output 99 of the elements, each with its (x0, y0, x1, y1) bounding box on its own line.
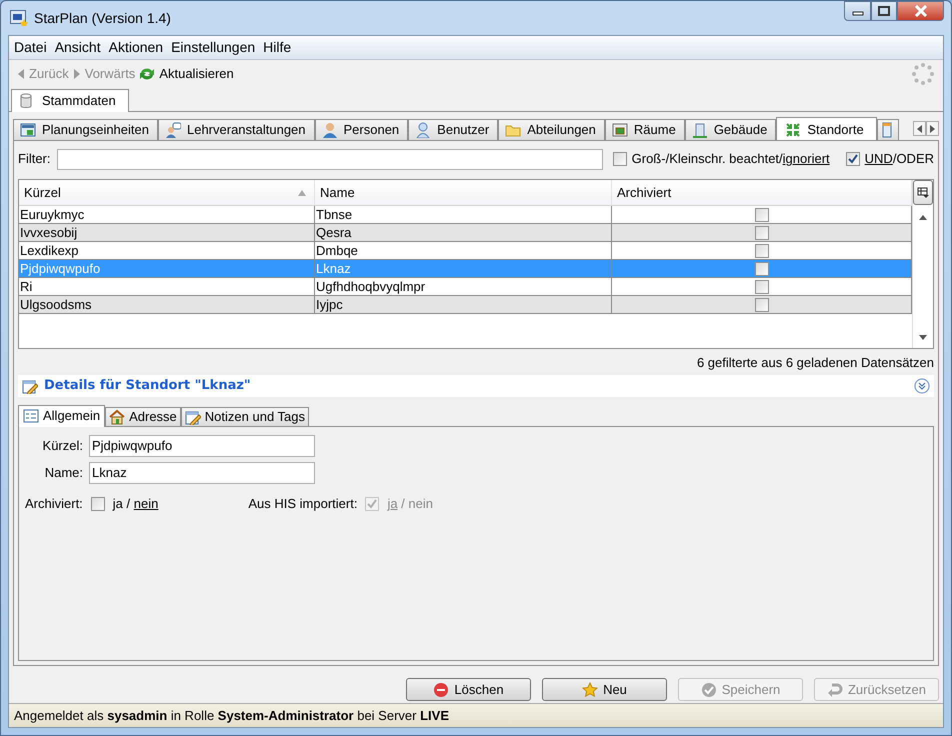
app-logo-icon (10, 10, 28, 26)
scroll-down-icon (919, 335, 927, 340)
delete-button[interactable]: Löschen (406, 678, 531, 701)
person-speech-icon (164, 122, 181, 138)
tab[interactable]: Standorte (776, 117, 877, 140)
table-cell: Dmbqe (315, 242, 612, 259)
table-cell: Ivvxesobij (19, 224, 315, 241)
table-cell: Pjdpiwqwpufo (19, 260, 315, 277)
close-button[interactable] (897, 1, 944, 21)
checkbox[interactable] (846, 152, 860, 166)
case-option-text[interactable]: Groß-/Kleinschr. beachtet/ignoriert (632, 151, 830, 167)
triangle-left-icon (917, 124, 922, 132)
column-header[interactable]: Name (315, 180, 612, 205)
table-cell: Tbnse (315, 206, 612, 223)
table-cell: Ri (19, 278, 315, 295)
yes-no-option[interactable]: ja / nein (112, 496, 158, 512)
note-pencil-icon (22, 378, 38, 394)
tab[interactable]: Benutzer (408, 119, 498, 140)
collapse-icon (914, 378, 930, 394)
triangle-right-icon (930, 124, 935, 132)
checkbox[interactable] (612, 152, 627, 166)
menu-item[interactable]: Datei (14, 39, 47, 56)
input-field[interactable]: Pjdpiwqwpufo (89, 435, 315, 458)
table-row[interactable]: Ivvxesobij Qesra (19, 224, 912, 242)
table-icon (20, 122, 36, 138)
tab[interactable]: Lehrveranstaltungen (158, 119, 315, 140)
maximize-button[interactable] (871, 1, 897, 21)
record-count: 6 gefilterte aus 6 geladenen Datensätzen (696, 354, 934, 372)
scroll-left-button[interactable] (913, 121, 926, 136)
field-label: Aus HIS importiert: (248, 496, 358, 512)
table-cell: Lknaz (315, 260, 612, 277)
tab[interactable]: Stammdaten (11, 89, 129, 112)
tab[interactable]: Notizen und Tags (180, 406, 310, 426)
table-cell: Iyjpc (315, 296, 612, 313)
room-icon (612, 122, 628, 138)
checkbox[interactable] (90, 496, 105, 511)
loading-spinner-icon (911, 62, 935, 86)
column-chooser-button[interactable] (913, 180, 933, 205)
logic-option-text[interactable]: UND/ODER (864, 151, 934, 167)
tab[interactable]: Planungseinheiten (13, 119, 158, 140)
scroll-up-icon (919, 215, 927, 220)
table-cell: Lexdikexp (19, 242, 315, 259)
details-title: Details für Standort "Lknaz" (44, 378, 251, 394)
tick-icon (848, 154, 858, 164)
new-button[interactable]: Neu (542, 678, 667, 701)
columns-icon (917, 186, 929, 198)
refresh-icon (139, 66, 156, 82)
table-cell: Qesra (315, 224, 612, 241)
window-title: StarPlan (Version 1.4) (34, 10, 171, 26)
filter-field[interactable] (56, 148, 603, 170)
tab[interactable]: Allgemein (18, 404, 106, 427)
menu-item[interactable]: Hilfe (263, 39, 292, 56)
tab[interactable]: Gebäude (684, 119, 776, 140)
tab[interactable]: Abteilungen (498, 119, 605, 140)
table-cell: Ulgsoodsms (19, 296, 315, 313)
column-header[interactable]: Archiviert (612, 180, 912, 205)
maximize-icon (878, 6, 890, 16)
database-icon (20, 93, 32, 109)
star-icon (582, 682, 598, 698)
tab[interactable]: Personen (314, 119, 408, 140)
column-header[interactable]: Kürzel (19, 180, 315, 205)
house-icon (109, 408, 126, 425)
menu-item[interactable]: Aktionen (108, 39, 164, 56)
tab[interactable] (876, 119, 899, 140)
check-circle-icon (700, 682, 717, 698)
triangle-right-icon (72, 68, 81, 80)
user-icon (415, 122, 432, 138)
menu-item[interactable]: Einstellungen (171, 39, 256, 56)
sort-icon (298, 190, 306, 196)
form-icon (23, 408, 39, 424)
scroll-right-button[interactable] (926, 121, 939, 136)
close-icon (914, 5, 928, 17)
note-pencil-icon (184, 408, 201, 425)
field-label: Name: (44, 465, 84, 481)
minus-circle-icon (433, 682, 450, 698)
checkbox[interactable] (755, 244, 769, 258)
arrows-icon (785, 122, 802, 138)
table-row[interactable]: Ulgsoodsms Iyjpc (19, 296, 912, 314)
tab[interactable]: Räume (604, 119, 685, 140)
building-icon (692, 122, 708, 138)
checkbox[interactable] (755, 280, 769, 294)
checkbox[interactable] (755, 208, 769, 222)
field-label: Kürzel: (42, 438, 84, 454)
input-field[interactable]: Lknaz (89, 462, 315, 484)
tab[interactable]: Adresse (105, 406, 181, 426)
table-cell: Ugfhdhoqbvyqlmpr (315, 278, 612, 295)
person-icon (322, 122, 338, 138)
checkbox[interactable] (755, 226, 769, 240)
minimize-button[interactable] (844, 1, 871, 21)
refresh-button[interactable]: Aktualisieren (139, 66, 234, 82)
triangle-left-icon (17, 68, 25, 80)
filter-label: Filter: (18, 151, 50, 167)
menu-item[interactable]: Ansicht (54, 39, 101, 56)
undo-arrow-icon (826, 682, 843, 698)
status-text: Angemeldet als sysadmin in Rolle System-Administrator bei Server LIVE (14, 708, 449, 724)
table-cell: Euruykmyc (19, 206, 315, 223)
checkbox[interactable] (755, 262, 769, 276)
field-label: Archiviert: (25, 496, 83, 512)
checkbox[interactable] (755, 298, 769, 312)
